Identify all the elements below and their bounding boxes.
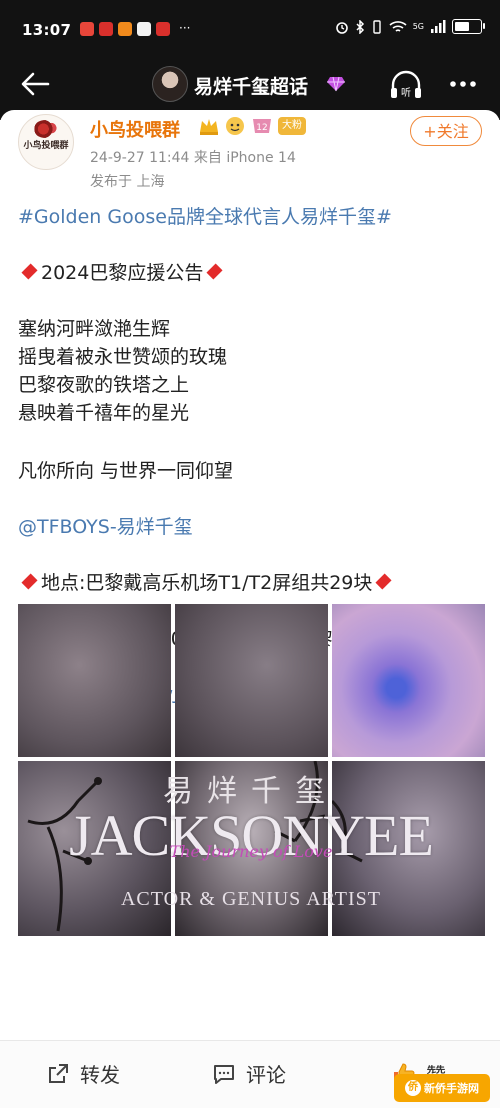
topic-avatar[interactable] [152,66,188,102]
app-icon [118,22,132,36]
username[interactable]: 小鸟投喂群 [90,116,180,142]
post-text-segment: 巴黎夜歌的铁塔之上 [18,374,190,396]
app-icon [137,22,151,36]
post-line-7: 凡你所向 与世界一同仰望 [18,458,488,484]
follow-button[interactable]: +关注 [410,116,482,146]
weibo-icon [80,22,94,36]
post-text-segment: 塞纳河畔潋滟生辉 [18,318,171,340]
post-timestamp-source: 24-9-27 11:44 来自 iPhone 14 [90,150,296,166]
post-text-segment: 凡你所向 与世界一同仰望 [18,460,234,482]
wifi-icon [389,20,407,32]
red-diamond-icon [206,263,223,280]
post-line-5: 巴黎夜歌的铁塔之上 [18,372,488,398]
page-title[interactable]: 易烊千玺超话 [194,72,308,99]
watermark-text: 新侨手游网 [424,1082,479,1095]
avatar-text: 小鸟投喂群 [23,141,69,151]
comment-label: 评论 [246,1063,286,1087]
fan-level-badge[interactable]: 大粉 [278,117,306,135]
branch-decoration [27,777,102,932]
post-link-text[interactable]: #Golden Goose品牌全球代言人易烊千玺# [18,206,392,228]
fan-face-badge-icon[interactable] [224,116,246,136]
signal-icon [431,19,446,33]
app-icon [156,22,170,36]
post-image-1[interactable] [18,604,171,757]
post-text-segment: 悬映着千禧年的星光 [18,402,190,424]
post-line-9: 地点:巴黎戴高乐机场T1/T2屏组共29块 [18,570,488,596]
post-location: 发布于 上海 [90,174,165,190]
back-arrow-icon[interactable] [18,68,52,100]
comment-icon [214,1064,234,1084]
level-badge-text: 12 [256,123,267,133]
post-image-2[interactable] [175,604,328,757]
weibo-icon [99,22,113,36]
branch-decoration [332,799,363,863]
repost-button[interactable]: 转发 [46,1059,120,1088]
post-line-1[interactable]: #Golden Goose品牌全球代言人易烊千玺# [18,204,488,230]
comment-button[interactable]: 评论 [212,1059,286,1088]
status-time: 13:07 [22,21,72,39]
status-more-icon: ··· [179,21,191,35]
post-text-segment: 2024巴黎应援公告 [41,262,204,284]
rose-icon [33,120,59,138]
site-watermark: 侨 新侨手游网 [394,1074,490,1102]
post-line-2: 2024巴黎应援公告 [18,260,488,286]
branch-decoration [274,761,326,843]
listen-headphones-icon[interactable]: 听 [388,68,424,102]
crown-badge-icon[interactable] [198,116,220,136]
status-bar: 13:07 ··· 5G [0,0,500,58]
diamond-icon [327,76,345,92]
post-image-5[interactable] [175,761,328,936]
vibrate-icon [373,19,381,34]
watermark-logo-icon: 侨 [405,1080,421,1096]
post-link-text[interactable]: @TFBOYS-易烊千玺 [18,516,193,538]
listen-label: 听 [401,87,411,99]
alarm-icon [335,21,348,34]
bluetooth-icon [356,19,364,34]
post-image-6[interactable] [332,761,485,936]
post-line-6: 悬映着千禧年的星光 [18,400,488,426]
post-line-8[interactable]: @TFBOYS-易烊千玺 [18,514,488,540]
user-avatar[interactable]: 小鸟投喂群 [18,114,74,170]
post-image-grid: 易烊千玺 JACKSONYEE The Journey of Love ACTO… [18,604,485,940]
repost-label: 转发 [80,1063,120,1087]
post-text-segment: 摇曳着被永世赞颂的玫瑰 [18,346,228,368]
level-badge-icon[interactable]: 12 [250,116,274,136]
repost-icon [49,1063,68,1083]
post-image-3[interactable] [332,604,485,757]
red-diamond-icon [21,573,38,590]
post-text-segment: 地点:巴黎戴高乐机场T1/T2屏组共29块 [41,572,373,594]
post-line-3: 塞纳河畔潋滟生辉 [18,316,488,342]
user-badges: 12 大粉 [198,116,306,136]
battery-icon [452,19,485,34]
status-app-icons: ··· [80,22,190,36]
red-diamond-icon [21,263,38,280]
red-diamond-icon [375,573,392,590]
status-indicators: 5G [335,19,485,34]
post-line-4: 摇曳着被永世赞颂的玫瑰 [18,344,488,370]
more-options-icon[interactable] [448,76,478,92]
top-nav-bar: 易烊千玺超话 听 [0,58,500,110]
network-label: 5G [412,22,424,31]
post-image-4[interactable] [18,761,171,936]
